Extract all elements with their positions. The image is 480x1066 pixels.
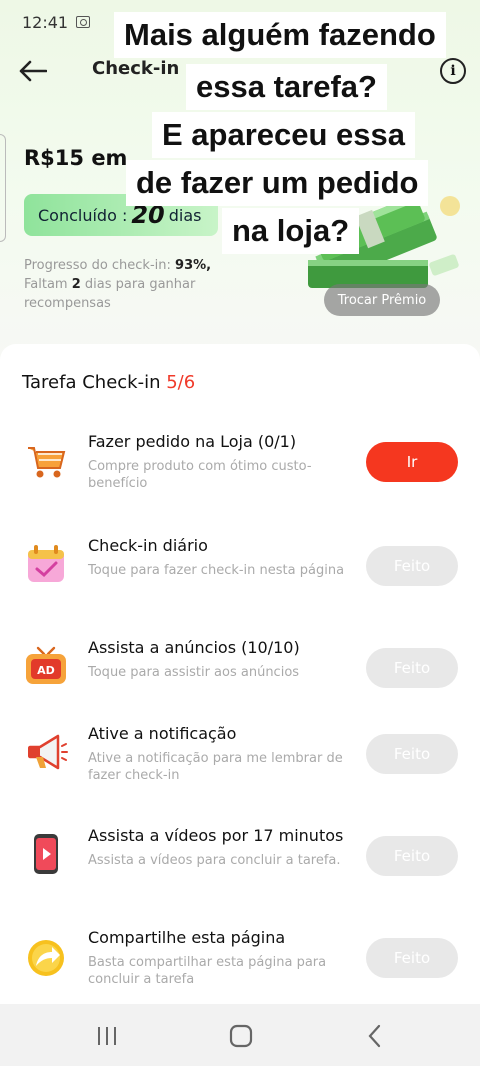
caption-line-2: essa tarefa? (186, 64, 387, 110)
progress-rewards-label: recompensas (24, 296, 111, 311)
screen: 12:41 Check-in p i R$15 em Concluído : 2… (0, 0, 480, 1066)
task-title: Check-in diário (88, 536, 208, 555)
progress-prefix: Progresso do check-in: (24, 258, 171, 273)
done-button[interactable]: Feito (366, 546, 458, 586)
trade-prize-button[interactable]: Trocar Prêmio (324, 284, 440, 316)
system-nav-bar (0, 1004, 480, 1066)
share-icon (28, 940, 64, 976)
reward-amount: R$15 em (24, 146, 128, 170)
nav-back-icon (368, 1024, 381, 1048)
progress-text: Progresso do check-in: 93%, Faltam 2 dia… (24, 256, 234, 313)
go-button[interactable]: Ir (366, 442, 458, 482)
completed-days-suffix: dias (168, 205, 202, 225)
completed-label: Concluído : (38, 205, 128, 225)
done-button[interactable]: Feito (366, 734, 458, 774)
task-title: Assista a anúncios (10/10) (88, 638, 300, 657)
info-icon[interactable]: i (440, 58, 466, 84)
tasks-title-label: Tarefa Check-in (22, 372, 161, 393)
video-phone-icon (34, 834, 58, 874)
tasks-count: 5/6 (166, 372, 196, 393)
caption-line-5: na loja? (222, 208, 360, 254)
screenshot-icon (76, 16, 91, 28)
task-title: Ative a notificação (88, 724, 237, 743)
done-button[interactable]: Feito (366, 648, 458, 688)
svg-text:AD: AD (37, 664, 55, 677)
back-button[interactable] (16, 54, 50, 88)
task-watch-videos: Assista a vídeos por 17 minutos Assista … (0, 826, 480, 916)
page-title: Check-in p (92, 58, 188, 79)
task-title: Fazer pedido na Loja (0/1) (88, 432, 297, 451)
caption-line-4: de fazer um pedido (126, 160, 429, 206)
recent-apps-icon (98, 1027, 116, 1045)
progress-percent: 93%, (175, 258, 212, 273)
caption-line-1: Mais alguém fazendo (114, 12, 446, 58)
tasks-title: Tarefa Check-in 5/6 (22, 372, 195, 393)
done-button[interactable]: Feito (366, 836, 458, 876)
task-description: Ative a notificação para me lembrar de f… (88, 751, 343, 783)
home-icon (229, 1024, 253, 1048)
progress-remaining-suffix: dias para ganhar (84, 277, 196, 292)
progress-remaining-days: 2 (71, 277, 81, 292)
done-button[interactable]: Feito (366, 938, 458, 978)
megaphone-icon (28, 734, 68, 770)
back-arrow-icon (19, 60, 47, 82)
recent-apps-button[interactable] (92, 1022, 122, 1050)
home-button[interactable] (226, 1022, 256, 1050)
task-title: Assista a vídeos por 17 minutos (88, 826, 344, 845)
progress-remaining-prefix: Faltam (24, 277, 68, 292)
task-description: Basta compartilhar esta página para conc… (88, 955, 327, 987)
nav-back-button[interactable] (360, 1022, 390, 1050)
ad-tv-icon: AD (26, 646, 66, 684)
caption-line-3: E apareceu essa (152, 112, 416, 158)
task-description: Toque para assistir aos anúncios (88, 665, 300, 680)
task-description: Assista a vídeos para concluir a tarefa. (88, 853, 341, 868)
task-daily-checkin: Check-in diário Toque para fazer check-i… (0, 536, 480, 626)
task-title: Compartilhe esta página (88, 928, 286, 947)
task-watch-ads: AD Assista a anúncios (10/10) Toque para… (0, 638, 480, 728)
cart-icon (28, 447, 66, 478)
tasks-panel: Tarefa Check-in 5/6 Fazer pedido na Loja… (0, 344, 480, 1004)
task-order-store: Fazer pedido na Loja (0/1) Compre produt… (0, 432, 480, 522)
task-description: Compre produto com ótimo custo-benefício (88, 459, 312, 491)
task-enable-notification: Ative a notificação Ative a notificação … (0, 724, 480, 814)
side-tab (0, 134, 6, 242)
calendar-icon (28, 545, 64, 582)
status-time: 12:41 (22, 12, 69, 32)
task-description: Toque para fazer check-in nesta página (88, 563, 345, 578)
